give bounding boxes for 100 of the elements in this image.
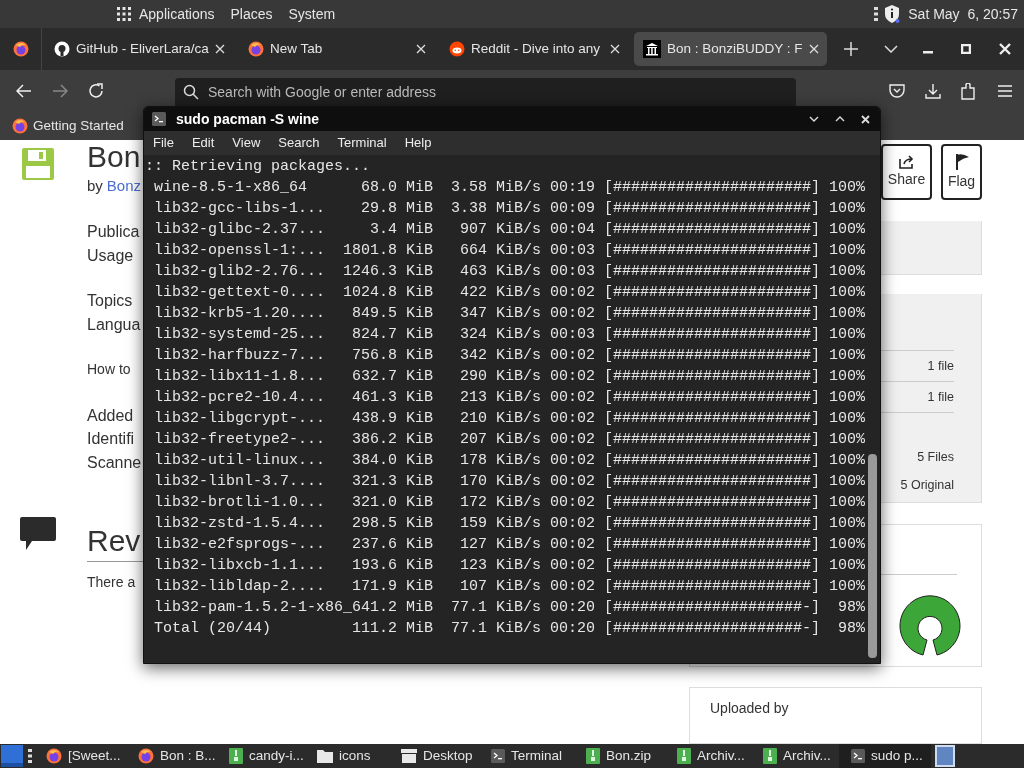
menu-item[interactable]: File: [153, 133, 174, 153]
terminal-line: Total (20/44) 111.2 MiB 77.1 KiB/s 00:20 [#####################-] 98%: [153, 619, 867, 639]
close-icon[interactable]: [416, 44, 426, 54]
handle-icon: [874, 7, 879, 21]
terminal-line: wine-8.5-1-x86_64 68.0 MiB 3.58 MiB/s 00:19 [######################] 100%: [153, 178, 867, 198]
back-icon[interactable]: [16, 84, 32, 98]
chevron-down-icon[interactable]: [809, 116, 819, 122]
taskbar-item[interactable]: Bon : B...: [136, 744, 227, 768]
workspace-switcher[interactable]: [935, 745, 955, 767]
browser-tab[interactable]: Bon : BonziBUDDY : F: [634, 32, 827, 66]
pocket-icon[interactable]: [889, 84, 905, 98]
menu-item[interactable]: Edit: [191, 133, 215, 153]
firefox-icon: [12, 118, 28, 134]
browser-tab[interactable]: GitHub - EliverLara/ca: [45, 32, 233, 66]
speech-bubble-icon: [19, 517, 56, 551]
terminal-line: lib32-pcre2-10.4... 461.3 KiB 213 KiB/s 00:02 [######################] 100%: [153, 388, 867, 408]
window-title: sudo pacman -S wine: [176, 109, 320, 129]
handle-icon: [28, 749, 32, 763]
share-icon: [898, 154, 915, 169]
menu-item[interactable]: Help: [404, 133, 432, 153]
panel-menu[interactable]: System: [288, 3, 336, 25]
terminal-line: lib32-libgcrypt-... 438.9 KiB 210 KiB/s 00:02 [######################] 100%: [153, 409, 867, 429]
terminal-line: lib32-util-linux... 384.0 KiB 178 KiB/s 00:02 [######################] 100%: [153, 451, 867, 471]
terminal-line: lib32-gettext-0.... 1024.8 KiB 422 KiB/s 00:02 [######################] 100%: [153, 283, 867, 303]
app-grid-icon[interactable]: [117, 7, 131, 21]
taskbar-item[interactable]: [Sweet...: [44, 744, 136, 768]
panel-menu[interactable]: Places: [230, 3, 273, 25]
shield-info-icon[interactable]: [884, 5, 901, 23]
archive-icon: [677, 748, 691, 764]
terminal-line: lib32-freetype2-... 386.2 KiB 207 KiB/s 00:02 [######################] 100%: [153, 430, 867, 450]
terminal-line: lib32-e2fsprogs-... 237.6 KiB 127 KiB/s 00:02 [######################] 100%: [153, 535, 867, 555]
download-icon[interactable]: [925, 83, 941, 99]
file-count: 5 Original: [900, 477, 954, 495]
browser-tab[interactable]: Reddit - Dive into any: [440, 32, 628, 66]
bookmark[interactable]: Getting Started: [12, 115, 124, 137]
taskbar-item[interactable]: Archiv...: [761, 744, 839, 768]
terminal-line: :: Retrieving packages...: [145, 157, 372, 177]
search-icon: [183, 84, 199, 100]
maximize-icon[interactable]: [961, 44, 971, 54]
browser-tab[interactable]: New Tab: [239, 32, 434, 66]
scrollbar-thumb[interactable]: [868, 454, 877, 658]
folder-icon: [317, 749, 333, 763]
terminal-line: lib32-libx11-1.8... 632.7 KiB 290 KiB/s 00:02 [######################] 100%: [153, 367, 867, 387]
taskbar-item[interactable]: candy-i...: [227, 744, 315, 768]
menu-item[interactable]: Terminal: [337, 133, 387, 153]
menu-item[interactable]: View: [232, 133, 261, 153]
action-button[interactable]: Flag: [941, 144, 982, 200]
action-button[interactable]: Share: [881, 144, 932, 200]
close-icon[interactable]: [861, 114, 870, 124]
metadata-label: How to: [87, 360, 132, 379]
taskbar-item[interactable]: Terminal: [489, 744, 584, 768]
firefox-icon: [248, 41, 264, 57]
firefox-view-icon: [12, 41, 29, 57]
reload-icon[interactable]: [88, 83, 104, 99]
close-icon[interactable]: [215, 44, 225, 54]
file-count: 5 Files: [917, 449, 954, 467]
taskbar-item[interactable]: Desktop: [399, 744, 489, 768]
flag-icon: [953, 152, 970, 171]
terminal-line: lib32-libxcb-1.1... 193.6 KiB 123 KiB/s 00:02 [######################] 100%: [153, 556, 867, 576]
firefox-icon: [138, 748, 154, 764]
section-heading: Rev: [87, 523, 142, 559]
close-icon[interactable]: [808, 44, 819, 54]
panel-menu[interactable]: Applications: [139, 3, 215, 25]
terminal-line: lib32-brotli-1.0... 321.0 KiB 172 KiB/s 00:02 [######################] 100%: [153, 493, 867, 513]
terminal-icon: [491, 749, 505, 763]
file-count: 1 file: [927, 389, 954, 407]
terminal-line: lib32-pam-1.5.2-1-x86_641.2 MiB 77.1 KiB/s 00:20 [#####################-] 98%: [153, 598, 867, 618]
plus-icon[interactable]: [843, 42, 858, 56]
metadata-label: Identifi: [87, 429, 136, 449]
extensions-icon[interactable]: [961, 82, 976, 100]
page-title: Bon: [87, 140, 142, 174]
author-link[interactable]: Bonz: [106, 176, 142, 196]
terminal-icon: [152, 112, 166, 126]
forward-icon[interactable]: [52, 84, 68, 98]
archive-icon: [229, 748, 243, 764]
address-field[interactable]: Search with Google or enter address: [175, 78, 796, 106]
museum-icon: [643, 40, 661, 58]
terminal-line: lib32-systemd-25... 824.7 KiB 324 KiB/s 00:03 [######################] 100%: [153, 325, 867, 345]
taskbar-item[interactable]: icons: [315, 744, 399, 768]
menu-item[interactable]: Search: [278, 133, 320, 153]
chevron-up-icon[interactable]: [835, 116, 845, 122]
metadata-label: Usage: [87, 245, 135, 266]
firefox-icon: [46, 748, 62, 764]
desktop-icon: [401, 749, 417, 763]
metadata-label: Langua: [87, 314, 142, 335]
menu-icon[interactable]: [998, 85, 1012, 97]
terminal-line: lib32-libnl-3.7.... 321.3 KiB 170 KiB/s 00:02 [######################] 100%: [153, 472, 867, 492]
close-icon[interactable]: [610, 44, 620, 54]
taskbar-item[interactable]: Archiv...: [675, 744, 761, 768]
taskbar-item[interactable]: Bon.zip: [584, 744, 675, 768]
terminal-line: lib32-glibc-2.37... 3.4 MiB 907 KiB/s 00:04 [######################] 100%: [153, 220, 867, 240]
close-icon[interactable]: [999, 43, 1011, 55]
terminal-line: lib32-harfbuzz-7... 756.8 KiB 342 KiB/s 00:02 [######################] 100%: [153, 346, 867, 366]
clock[interactable]: Sat May 6, 20:57: [908, 3, 1018, 25]
metadata-label: Publica: [87, 222, 141, 242]
terminal-line: lib32-zstd-1.5.4... 298.5 KiB 159 KiB/s 00:02 [######################] 100%: [153, 514, 867, 534]
reviews-text: There a: [87, 573, 137, 592]
metadata-label: Added: [87, 405, 135, 426]
chevron-down-icon[interactable]: [883, 45, 898, 53]
taskbar-item[interactable]: sudo p...: [839, 744, 931, 768]
